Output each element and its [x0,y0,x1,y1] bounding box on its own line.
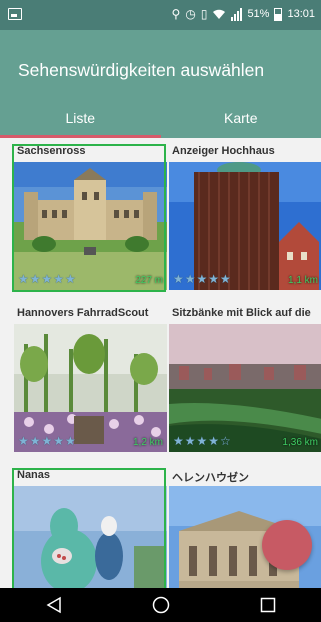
app-bar: Sehenswürdigkeiten auswählen Liste Karte [0,30,321,138]
distance-label: 1,36 km [282,437,318,448]
distance-label: 227 m [135,275,163,286]
card-title: Sitzbänke mit Blick auf die [172,307,311,319]
card-image [14,486,167,588]
tab-liste[interactable]: Liste [0,102,161,138]
status-bar: ⚲ ◷ ▯ 51% 13:01 [0,0,321,30]
battery-icon [274,7,283,21]
rating-stars: ★★★★☆ [173,434,232,448]
sights-grid: Sachsenross ★★★★★ 227 m Anzeiger Hochhau… [0,138,321,588]
distance-label: 1,2 km [132,437,163,448]
sight-card-nanas[interactable]: Nanas [12,462,167,588]
page-title: Sehenswürdigkeiten auswählen [18,60,265,80]
clock: 13:01 [287,8,315,20]
card-image [14,324,167,452]
recents-icon[interactable] [253,590,283,620]
navigation-bar [0,588,321,622]
image-icon [8,8,22,20]
signal-icon [231,7,243,21]
card-image [169,162,321,290]
card-title: Hannovers FahrradScout [17,307,149,319]
rating-stars: ★★★★★ [173,272,232,286]
battery-percent: 51% [247,8,270,20]
vibrate-icon: ▯ [200,7,208,21]
card-image [14,162,167,290]
back-icon[interactable] [39,590,69,620]
card-title: ヘレンハウゼン [172,472,249,484]
sight-card-sitzbaenke[interactable]: Sitzbänke mit Blick auf die ★★★★☆ 1,36 k… [169,300,321,452]
sight-card-fahrradscout[interactable]: Hannovers FahrradScout ★★★★★ 1,2 km [14,300,167,452]
rating-stars: ★★★★★ [18,272,77,286]
floating-action-button[interactable] [262,520,312,570]
card-title: Sachsenross [17,145,86,157]
alarm-icon: ◷ [185,7,196,21]
card-image [169,324,321,452]
rating-stars: ★★★★★ [18,434,77,448]
tab-bar: Liste Karte [0,102,321,138]
tab-karte[interactable]: Karte [161,102,321,138]
card-title: Anzeiger Hochhaus [172,145,275,157]
card-title: Nanas [17,469,51,481]
distance-label: 1,1 km [287,275,318,286]
sight-card-sachsenross[interactable]: Sachsenross ★★★★★ 227 m [12,138,167,292]
home-icon[interactable] [146,590,176,620]
wifi-icon [213,9,226,19]
location-icon: ⚲ [171,7,181,21]
sight-card-anzeiger-hochhaus[interactable]: Anzeiger Hochhaus ★★★★★ 1,1 km [169,138,321,290]
